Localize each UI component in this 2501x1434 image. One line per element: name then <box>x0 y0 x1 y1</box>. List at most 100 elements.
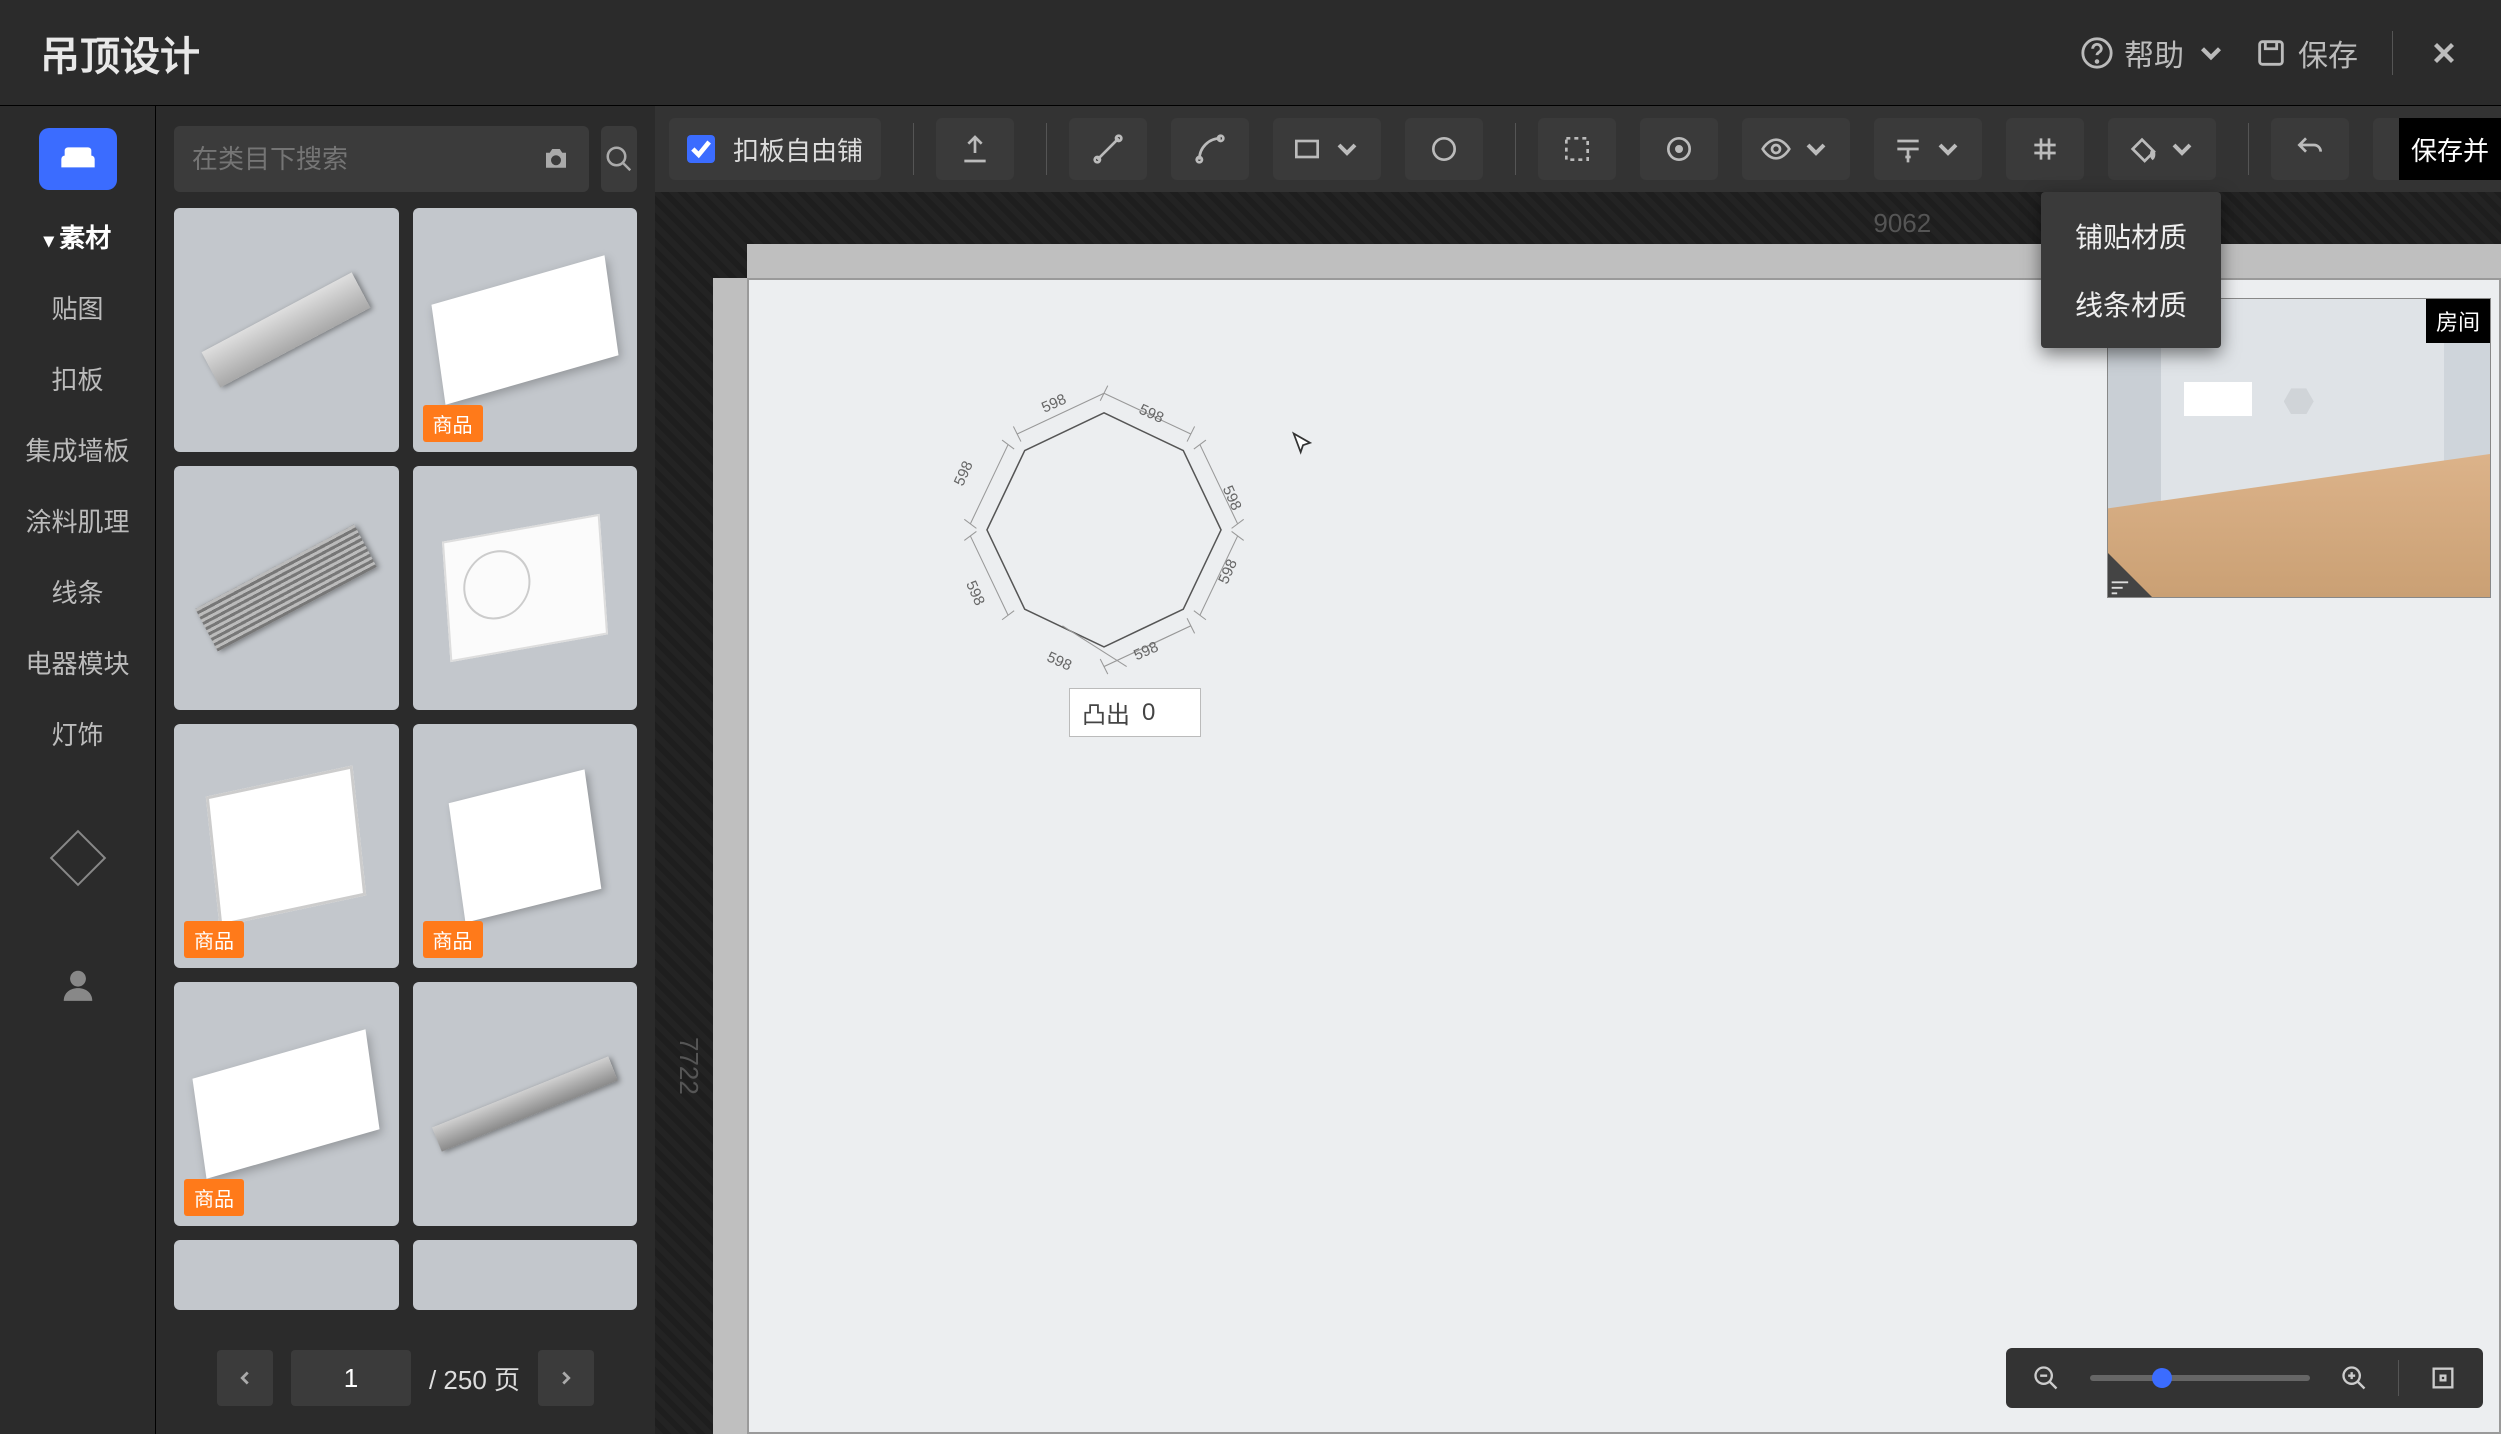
search-button[interactable] <box>601 126 637 192</box>
undo-button[interactable] <box>2271 118 2349 180</box>
search-field[interactable] <box>174 126 589 192</box>
nav-paint[interactable]: 涂料肌理 <box>25 496 129 545</box>
save-icon <box>2254 36 2288 70</box>
upload-icon <box>959 133 991 165</box>
dropdown-item-line[interactable]: 线条材质 <box>2041 270 2221 338</box>
app-title: 吊顶设计 <box>40 24 2080 82</box>
dim-label: 598 <box>1039 391 1069 417</box>
arc-tool-button[interactable] <box>1171 118 1249 180</box>
grid-icon <box>2029 133 2061 165</box>
left-rail: 素材 贴图 扣板 集成墙板 涂料肌理 线条 电器模块 灯饰 <box>0 106 155 1434</box>
rect-icon <box>1291 133 1323 165</box>
material-card[interactable] <box>413 1240 638 1310</box>
octagon-shape[interactable]: 598 598 598 598 598 598 598 598 <box>919 360 1289 730</box>
product-tag: 商品 <box>184 1179 244 1216</box>
material-card[interactable] <box>174 1240 399 1310</box>
material-grid: 商品 商品 商品 商品 <box>156 208 655 1328</box>
preview-label: 房间 <box>2426 299 2490 343</box>
dropdown-item-tile[interactable]: 铺贴材质 <box>2041 202 2221 270</box>
circle-tool-button[interactable] <box>1405 118 1483 180</box>
page-next-button[interactable] <box>538 1350 594 1406</box>
zoom-out-icon <box>2032 1364 2060 1392</box>
arc-icon <box>1194 133 1226 165</box>
material-card[interactable] <box>413 466 638 710</box>
camera-icon[interactable] <box>541 144 571 174</box>
help-button[interactable]: 帮助 <box>2080 31 2228 75</box>
material-card[interactable]: 商品 <box>413 724 638 968</box>
page-total: / 250 页 <box>429 1360 520 1397</box>
product-tag: 商品 <box>423 405 483 442</box>
app-root: 吊顶设计 帮助 保存 素材 贴图 扣板 集成墙板 <box>0 0 2501 1434</box>
preview-art <box>2184 382 2252 416</box>
zoom-in-button[interactable] <box>2336 1360 2372 1396</box>
zoom-fit-button[interactable] <box>2425 1360 2461 1396</box>
ruler-width-label: 9062 <box>1873 208 1931 239</box>
save-button[interactable]: 保存 <box>2254 31 2358 75</box>
chevron-down-icon <box>1932 133 1964 165</box>
page-input[interactable] <box>291 1350 411 1406</box>
zoom-bar <box>2006 1348 2483 1408</box>
upload-button[interactable] <box>936 118 1014 180</box>
save-pill[interactable]: 保存并 <box>2399 118 2501 180</box>
cursor-icon <box>1289 430 1317 458</box>
dim-label: 598 <box>1136 401 1166 427</box>
undo-icon <box>2294 133 2326 165</box>
zoom-slider[interactable] <box>2090 1375 2310 1381</box>
page-prev-button[interactable] <box>217 1350 273 1406</box>
nav-light[interactable]: 灯饰 <box>51 709 103 758</box>
line-tool-button[interactable] <box>1069 118 1147 180</box>
help-icon <box>2080 36 2114 70</box>
zoom-out-button[interactable] <box>2028 1360 2064 1396</box>
save-label: 保存 <box>2298 31 2358 75</box>
nav-wallboard[interactable]: 集成墙板 <box>25 425 129 474</box>
material-card[interactable] <box>174 208 399 452</box>
material-panel: 商品 商品 商品 商品 / 250 页 <box>155 106 655 1434</box>
close-button[interactable] <box>2427 36 2461 70</box>
eye-icon <box>1760 133 1792 165</box>
extrude-input[interactable]: 凸出 <box>1069 688 1201 737</box>
material-dropdown: 铺贴材质 线条材质 <box>2041 192 2221 348</box>
main-row: 素材 贴图 扣板 集成墙板 涂料肌理 线条 电器模块 灯饰 <box>0 106 2501 1434</box>
material-card[interactable]: 商品 <box>174 724 399 968</box>
rect-tool-button[interactable] <box>1273 118 1381 180</box>
grid-button[interactable] <box>2006 118 2084 180</box>
visibility-button[interactable] <box>1742 118 1850 180</box>
material-card[interactable]: 商品 <box>174 982 399 1226</box>
chevron-down-icon <box>2194 36 2228 70</box>
align-button[interactable] <box>1874 118 1982 180</box>
canvas[interactable]: 9062 7722 <box>655 192 2501 1434</box>
fit-icon <box>2429 1364 2457 1392</box>
select-tool-button[interactable] <box>1538 118 1616 180</box>
nav-line[interactable]: 线条 <box>51 567 103 616</box>
nav-panel[interactable]: 扣板 <box>51 354 103 403</box>
divider <box>2392 31 2393 75</box>
ruler-height-label: 7722 <box>673 1037 704 1095</box>
header-actions: 帮助 保存 <box>2080 31 2461 75</box>
material-card[interactable] <box>174 466 399 710</box>
select-icon <box>1561 133 1593 165</box>
help-label: 帮助 <box>2124 31 2184 75</box>
brand-badge-icon[interactable] <box>49 830 106 887</box>
extrude-value[interactable] <box>1142 699 1188 727</box>
nav-material[interactable]: 素材 <box>44 212 112 261</box>
search-input[interactable] <box>192 144 527 175</box>
zoom-thumb[interactable] <box>2152 1368 2172 1388</box>
material-button[interactable] <box>2108 118 2216 180</box>
nav-electric[interactable]: 电器模块 <box>25 638 129 687</box>
search-icon <box>604 144 634 174</box>
dim-label: 598 <box>1044 649 1074 675</box>
material-card[interactable]: 商品 <box>413 208 638 452</box>
align-icon <box>1892 133 1924 165</box>
bucket-icon <box>2126 133 2158 165</box>
checkbox-freetile[interactable]: 扣板自由铺 <box>669 118 881 180</box>
chevron-down-icon <box>2166 133 2198 165</box>
user-icon[interactable] <box>59 966 97 1004</box>
dim-label: 598 <box>962 578 988 608</box>
view-tool-button[interactable] <box>1640 118 1718 180</box>
product-tag: 商品 <box>184 921 244 958</box>
material-card[interactable] <box>413 982 638 1226</box>
header: 吊顶设计 帮助 保存 <box>0 0 2501 106</box>
mode-button[interactable] <box>39 128 117 190</box>
nav-texture[interactable]: 贴图 <box>51 283 103 332</box>
checkbox-icon <box>687 135 715 163</box>
